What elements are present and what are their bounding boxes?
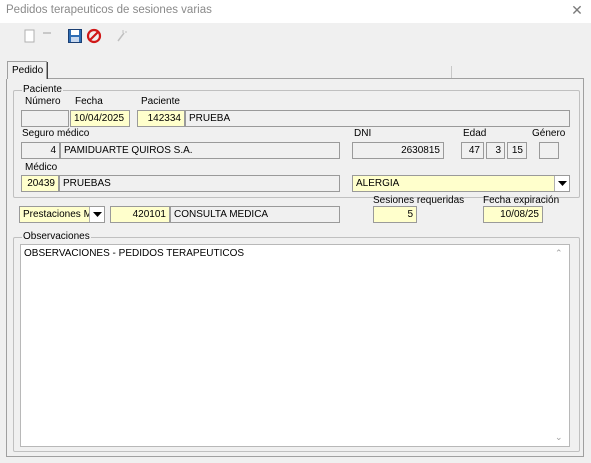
paciente-label: Paciente [141, 96, 180, 107]
especialidad-dropdown-button[interactable] [554, 176, 569, 191]
paciente-name-field: PRUEBA [185, 110, 570, 127]
chevron-down-icon [92, 211, 102, 217]
medico-name-field: PRUEBAS [59, 175, 340, 192]
minus-icon [43, 32, 51, 34]
observaciones-group-label: Observaciones [22, 231, 91, 242]
dni-label: DNI [354, 128, 372, 139]
seguro-label: Seguro médico [22, 128, 90, 139]
new-button[interactable] [23, 27, 37, 45]
delete-line-button[interactable] [40, 27, 54, 45]
especialidad-value: ALERGIA [356, 178, 400, 189]
scroll-up-arrow[interactable]: ⌃ [555, 248, 563, 259]
medico-label: Médico [25, 162, 58, 173]
sesiones-label: Sesiones requeridas [373, 195, 465, 206]
sesiones-field[interactable]: 5 [373, 206, 417, 223]
prestacion-descripcion-field: CONSULTA MEDICA [170, 206, 340, 223]
prestacion-tipo-dropdown-button[interactable] [89, 207, 104, 222]
fecha-field[interactable]: 10/04/2025 [70, 110, 130, 127]
expiracion-label: Fecha expiración [483, 195, 560, 206]
genero-label: Género [532, 128, 566, 139]
tab-pedido[interactable]: Pedido [7, 61, 48, 79]
numero-field[interactable] [21, 110, 69, 127]
wizard-button[interactable] [114, 27, 128, 45]
tab-separator [451, 66, 452, 78]
edad-label: Edad [463, 128, 487, 139]
paciente-id-field[interactable]: 142334 [137, 110, 185, 127]
new-document-icon [24, 29, 35, 43]
observaciones-textarea[interactable]: OBSERVACIONES - PEDIDOS TERAPEUTICOS [20, 244, 570, 447]
save-button[interactable] [67, 27, 83, 45]
close-icon: ✕ [571, 2, 583, 18]
close-button[interactable]: ✕ [569, 2, 585, 18]
edad-years-field: 47 [461, 142, 484, 159]
cancel-icon [86, 28, 102, 44]
edad-months-field: 3 [486, 142, 505, 159]
fecha-label: Fecha [75, 96, 103, 107]
edad-days-field: 15 [507, 142, 527, 159]
especialidad-dropdown[interactable]: ALERGIA [352, 175, 570, 192]
save-icon [68, 29, 82, 43]
seguro-id-field[interactable]: 4 [21, 142, 60, 159]
genero-field[interactable] [539, 142, 559, 159]
cancel-button[interactable] [86, 27, 102, 45]
sparkle-icon [117, 30, 127, 42]
prestacion-codigo-field[interactable]: 420101 [110, 206, 170, 223]
dni-field[interactable]: 2630815 [352, 142, 444, 159]
paciente-group-label: Paciente [22, 84, 63, 95]
scroll-down-arrow[interactable]: ⌄ [555, 432, 563, 443]
tab-pedido-label: Pedido [12, 65, 44, 76]
window-title: Pedidos terapeuticos de sesiones varias [6, 4, 212, 16]
numero-label: Número [25, 96, 61, 107]
prestacion-tipo-value: Prestaciones M [23, 209, 92, 220]
chevron-down-icon [557, 180, 567, 186]
medico-id-field[interactable]: 20439 [21, 175, 59, 192]
seguro-name-field: PAMIDUARTE QUIROS S.A. [60, 142, 340, 159]
observaciones-text: OBSERVACIONES - PEDIDOS TERAPEUTICOS [24, 248, 245, 259]
expiracion-field[interactable]: 10/08/25 [483, 206, 543, 223]
